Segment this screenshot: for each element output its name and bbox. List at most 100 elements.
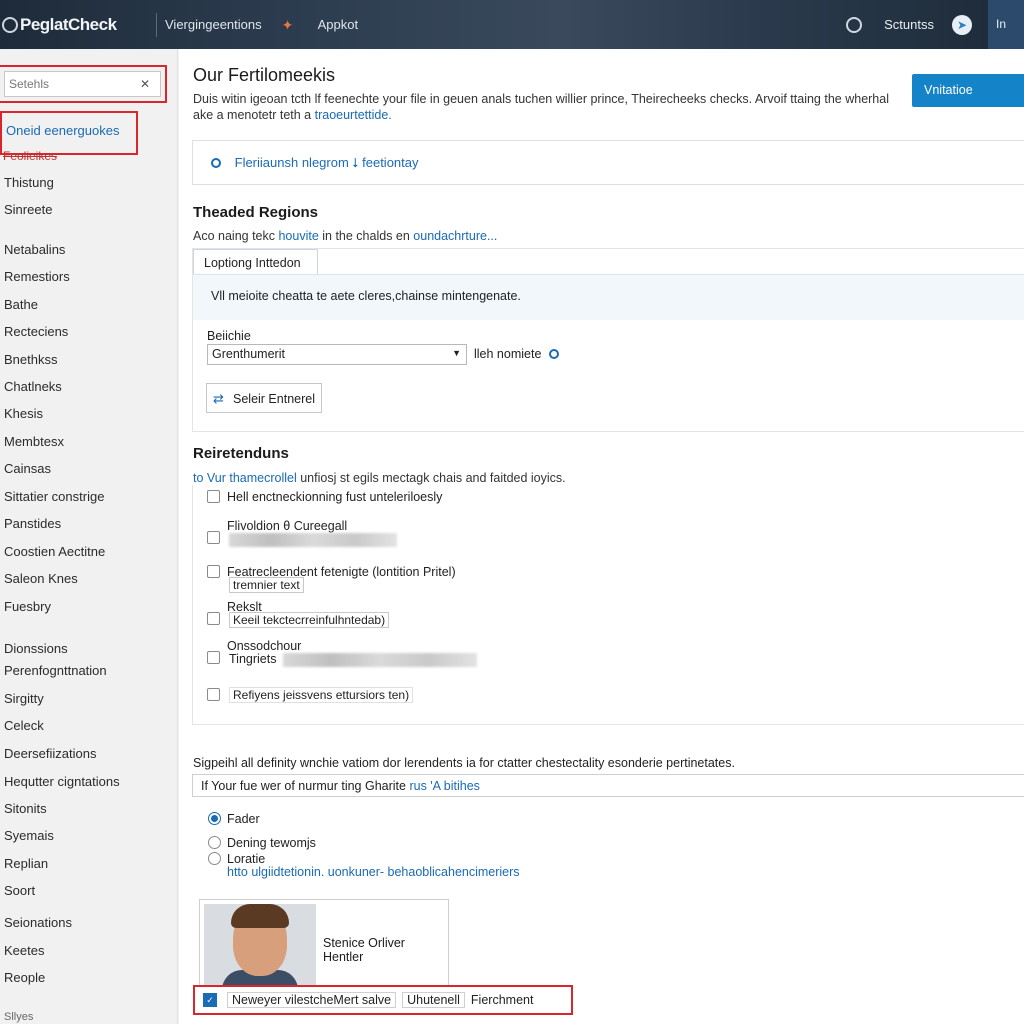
main-content: Our Fertilomeekis Duis witin igeoan tcth…: [179, 49, 1024, 1024]
regions-subtitle-link[interactable]: oundachrture...: [413, 229, 497, 243]
bottom-row-item[interactable]: Neweyer vilestcheMert salve: [227, 992, 397, 1008]
retention-option-detail: Tingriets: [229, 652, 277, 666]
sidebar-item[interactable]: Perenfognttnation: [4, 663, 107, 678]
sidebar-item[interactable]: Soort: [4, 883, 35, 898]
primary-action-button[interactable]: Vnitatioe cheaocher: [912, 74, 1024, 130]
sidebar-item[interactable]: Sittatier constrige: [4, 489, 104, 504]
bird-icon[interactable]: ➤: [952, 14, 972, 35]
retention-checkbox[interactable]: [207, 651, 220, 664]
tab-regions[interactable]: Loptiong Inttedon: [193, 249, 318, 275]
retention-option-label: Refiyens jeissvens ettursiors ten): [229, 687, 414, 703]
field-label: Beiichie: [207, 329, 251, 343]
signature-input[interactable]: If Your fue wer of nurmur ting Gharite r…: [192, 774, 1024, 797]
signature-input-link[interactable]: rus 'A bitihes: [409, 779, 479, 793]
url-link[interactable]: htto ulgiidtetionin. uonkuner- behaoblic…: [227, 865, 520, 879]
select-entity-button[interactable]: ⇄ Seleir Entnerel: [206, 383, 322, 413]
sidebar-item[interactable]: Netabalins: [4, 242, 65, 257]
retention-checkbox[interactable]: [207, 565, 220, 578]
retention-subtitle: to Vur thamecrollel unfiosj st egils mec…: [193, 471, 566, 485]
sidebar-item[interactable]: Dionssions: [4, 641, 68, 656]
pin-icon[interactable]: ✕: [140, 77, 156, 91]
retention-checkbox[interactable]: [207, 490, 220, 503]
sidebar-search-input[interactable]: Setehls ✕: [4, 71, 161, 97]
bottom-row-item[interactable]: Uhutenell: [402, 992, 465, 1008]
sidebar-item[interactable]: Replian: [4, 856, 48, 871]
sidebar-item[interactable]: Sllyes: [4, 1011, 33, 1023]
sidebar-item[interactable]: Bnethkss: [4, 352, 57, 367]
sidebar: Setehls ✕ Oneid eenerguokes Feolieikes T…: [0, 49, 178, 1024]
regions-subtitle-link[interactable]: houvite: [278, 229, 318, 243]
sidebar-item[interactable]: Panstides: [4, 516, 61, 531]
radio-option[interactable]: [208, 852, 221, 865]
retention-heading: Reiretenduns: [193, 445, 289, 462]
sidebar-item[interactable]: Khesis: [4, 406, 43, 421]
sidebar-item[interactable]: Sitonits: [4, 801, 47, 816]
page-title: Our Fertilomeekis: [193, 65, 336, 85]
sidebar-item[interactable]: Chatlneks: [4, 379, 62, 394]
app-icon[interactable]: ✦: [282, 18, 296, 32]
sidebar-item[interactable]: Recteciens: [4, 324, 68, 339]
sidebar-item[interactable]: Keetes: [4, 943, 44, 958]
logo[interactable]: PeglatCheck: [2, 15, 142, 35]
retention-subtitle-link[interactable]: to Vur thamecrollel: [193, 471, 297, 485]
user-menu[interactable]: In: [988, 0, 1024, 49]
info-icon: [211, 158, 221, 168]
description-link[interactable]: traoeurtettide.: [315, 108, 392, 122]
signature-input-text: If Your fue wer of nurmur ting Gharite: [201, 779, 410, 793]
sidebar-item[interactable]: Bathe: [4, 297, 38, 312]
avatar: [204, 904, 316, 986]
help-icon[interactable]: [846, 16, 863, 33]
sidebar-item[interactable]: Remestiors: [4, 269, 70, 284]
sidebar-item[interactable]: Coostien Aectitne: [4, 544, 105, 559]
retention-option-detail[interactable]: tremnier text: [229, 577, 304, 593]
region-select-value: Grenthumerit: [212, 347, 285, 361]
bottom-action-row: ✓ Neweyer vilestcheMert salve Uhutenell …: [193, 985, 573, 1015]
radio-option[interactable]: [208, 836, 221, 849]
redacted-text: [229, 533, 397, 547]
sidebar-item[interactable]: Saleon Knes: [4, 571, 78, 586]
region-select[interactable]: Grenthumerit ▼: [207, 344, 467, 365]
sidebar-item[interactable]: Reople: [4, 970, 45, 985]
radio-option-label: Fader: [227, 812, 260, 826]
retention-subtitle-text: unfiosj st egils mectagk chais and faitd…: [296, 471, 566, 485]
sidebar-item[interactable]: Sinreete: [4, 202, 52, 217]
logo-text: PeglatCheck: [20, 14, 117, 34]
bottom-row-item[interactable]: Fierchment: [471, 993, 534, 1007]
sidebar-search-placeholder: Setehls: [9, 77, 50, 91]
tab-content: Vll meioite cheatta te aete cleres,chain…: [193, 274, 1024, 320]
retention-option-label: Hell enctneckionning fust unteleriloesly: [227, 490, 443, 504]
radio-option-label: Loratie: [227, 852, 266, 866]
regions-subtitle-text: in the chalds en: [318, 229, 414, 243]
sidebar-item[interactable]: Fuesbry: [4, 599, 51, 614]
sidebar-item[interactable]: Celeck: [4, 718, 44, 733]
app-label[interactable]: Appkot: [318, 17, 358, 32]
nav-item[interactable]: Viergingeentions: [165, 17, 262, 32]
sidebar-item[interactable]: Membtesx: [4, 434, 64, 449]
info-link[interactable]: Fleriiaunsh nlegrom ⭣ feetiontay: [235, 155, 419, 170]
sidebar-item[interactable]: Cainsas: [4, 461, 51, 476]
select-note: lleh nomiete: [474, 347, 560, 361]
retention-option-label: Onssodchour: [227, 639, 302, 653]
retention-checkbox[interactable]: [207, 531, 220, 544]
profile-card[interactable]: Stenice Orliver Hentler: [199, 899, 449, 987]
sidebar-subitem[interactable]: Feolieikes: [3, 149, 57, 163]
sidebar-item[interactable]: Hequtter cigntations: [4, 774, 120, 789]
sidebar-item[interactable]: Syemais: [4, 828, 54, 843]
sidebar-item[interactable]: Deersefiizations: [4, 746, 97, 761]
regions-heading: Theaded Regions: [193, 204, 319, 221]
regions-subtitle-text: Aco naing tekc: [193, 229, 279, 243]
checked-checkbox-icon[interactable]: ✓: [203, 993, 217, 1007]
radio-option[interactable]: [208, 812, 221, 825]
sidebar-item[interactable]: Sirgitty: [4, 691, 44, 706]
retention-option-label: Flivoldion θ Cureegall: [227, 519, 348, 533]
retention-option-detail[interactable]: Keeil tekctecrreinfulhntedab): [229, 612, 390, 628]
sidebar-item[interactable]: Thistung: [4, 175, 54, 190]
sidebar-item[interactable]: Seionations: [4, 915, 72, 930]
regions-panel: Loptiong Inttedon Vll meioite cheatta te…: [192, 248, 1024, 432]
logo-mark-icon: [2, 16, 18, 33]
help-icon[interactable]: [549, 349, 560, 359]
retention-checkbox[interactable]: [207, 612, 220, 625]
retention-checkbox[interactable]: [207, 688, 220, 701]
description-text: Duis witin igeoan tcth lf feenechte your…: [193, 92, 889, 122]
settings-link[interactable]: Sctuntss: [884, 17, 934, 32]
